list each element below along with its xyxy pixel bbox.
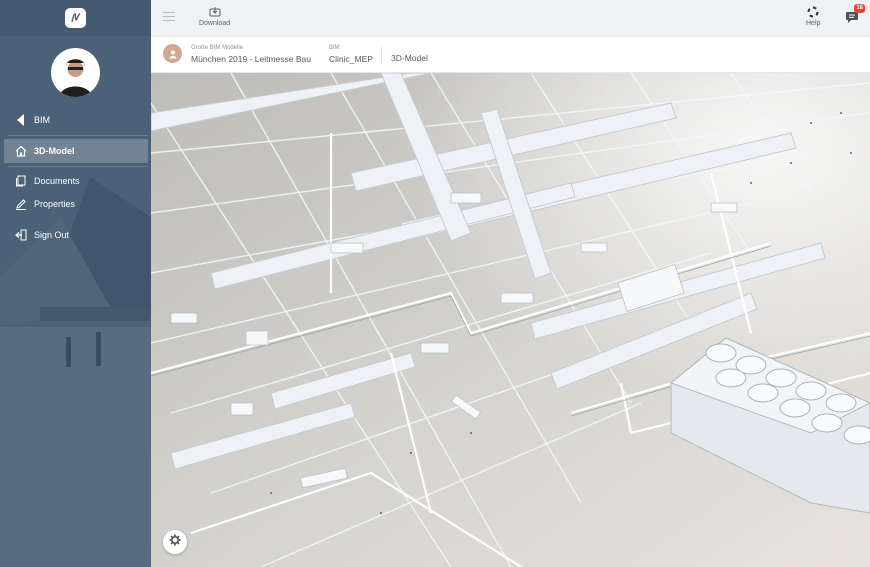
sidebar-item-3d-model[interactable]: 3D-Model (4, 139, 148, 163)
pencil-icon (12, 196, 30, 212)
sidebar-item-sign-out[interactable]: Sign Out (4, 223, 148, 247)
download-label: Download (199, 20, 231, 27)
sidebar-item-label: Properties (34, 199, 76, 209)
documents-icon (12, 173, 30, 189)
sidebar-item-label: 3D-Model (34, 146, 75, 156)
breadcrumb-current: 3D-Model (391, 52, 428, 64)
folder-name: Clinic_MEP (329, 54, 373, 64)
home-icon (12, 143, 30, 159)
top-bar: Download Help 18 (151, 0, 870, 37)
download-icon (209, 5, 221, 18)
menu-toggle-icon[interactable] (163, 12, 175, 22)
gear-icon (169, 533, 181, 551)
download-button[interactable]: Download (199, 5, 230, 27)
breadcrumb-folder[interactable]: BIM Clinic_MEP (329, 45, 373, 65)
current-page-label: 3D-Model (391, 53, 428, 63)
folder-category: BIM (329, 45, 340, 51)
sidebar-item-documents[interactable]: Documents (4, 169, 148, 193)
sidebar-item-bim[interactable]: BIM (4, 108, 148, 132)
project-name: München 2019 - Leitmesse Bau (191, 54, 312, 64)
help-button[interactable]: Help (806, 5, 820, 27)
project-avatar[interactable] (163, 44, 182, 63)
sign-out-icon (12, 227, 30, 243)
logo-n-icon (70, 13, 80, 23)
divider (8, 166, 148, 167)
breadcrumb-separator (381, 46, 382, 63)
user-avatar[interactable] (51, 48, 100, 97)
help-label: Help (806, 20, 821, 27)
3d-model-viewer[interactable] (151, 73, 870, 567)
divider (8, 135, 148, 136)
sidebar: BIM 3D-Model Documents Properties Sign O… (0, 0, 151, 567)
sidebar-item-label: Sign Out (34, 230, 70, 240)
app-logo[interactable] (65, 8, 86, 28)
chat-bubble-icon (845, 11, 859, 29)
project-category: Große BIM Modelle (191, 45, 244, 51)
sidebar-item-properties[interactable]: Properties (4, 192, 148, 216)
help-lifebuoy-icon (807, 5, 819, 18)
breadcrumb: Große BIM Modelle München 2019 - Leitmes… (151, 37, 870, 73)
notifications-button[interactable]: 18 (839, 2, 867, 30)
caret-left-icon (12, 112, 30, 128)
breadcrumb-project[interactable]: Große BIM Modelle München 2019 - Leitmes… (191, 45, 311, 65)
sidebar-item-label: Documents (34, 176, 80, 186)
sidebar-item-label: BIM (34, 115, 51, 125)
logo-bar (0, 0, 151, 36)
bim-3d-render[interactable] (151, 73, 870, 567)
settings-button[interactable] (163, 530, 187, 554)
notification-count-badge: 18 (854, 4, 865, 13)
